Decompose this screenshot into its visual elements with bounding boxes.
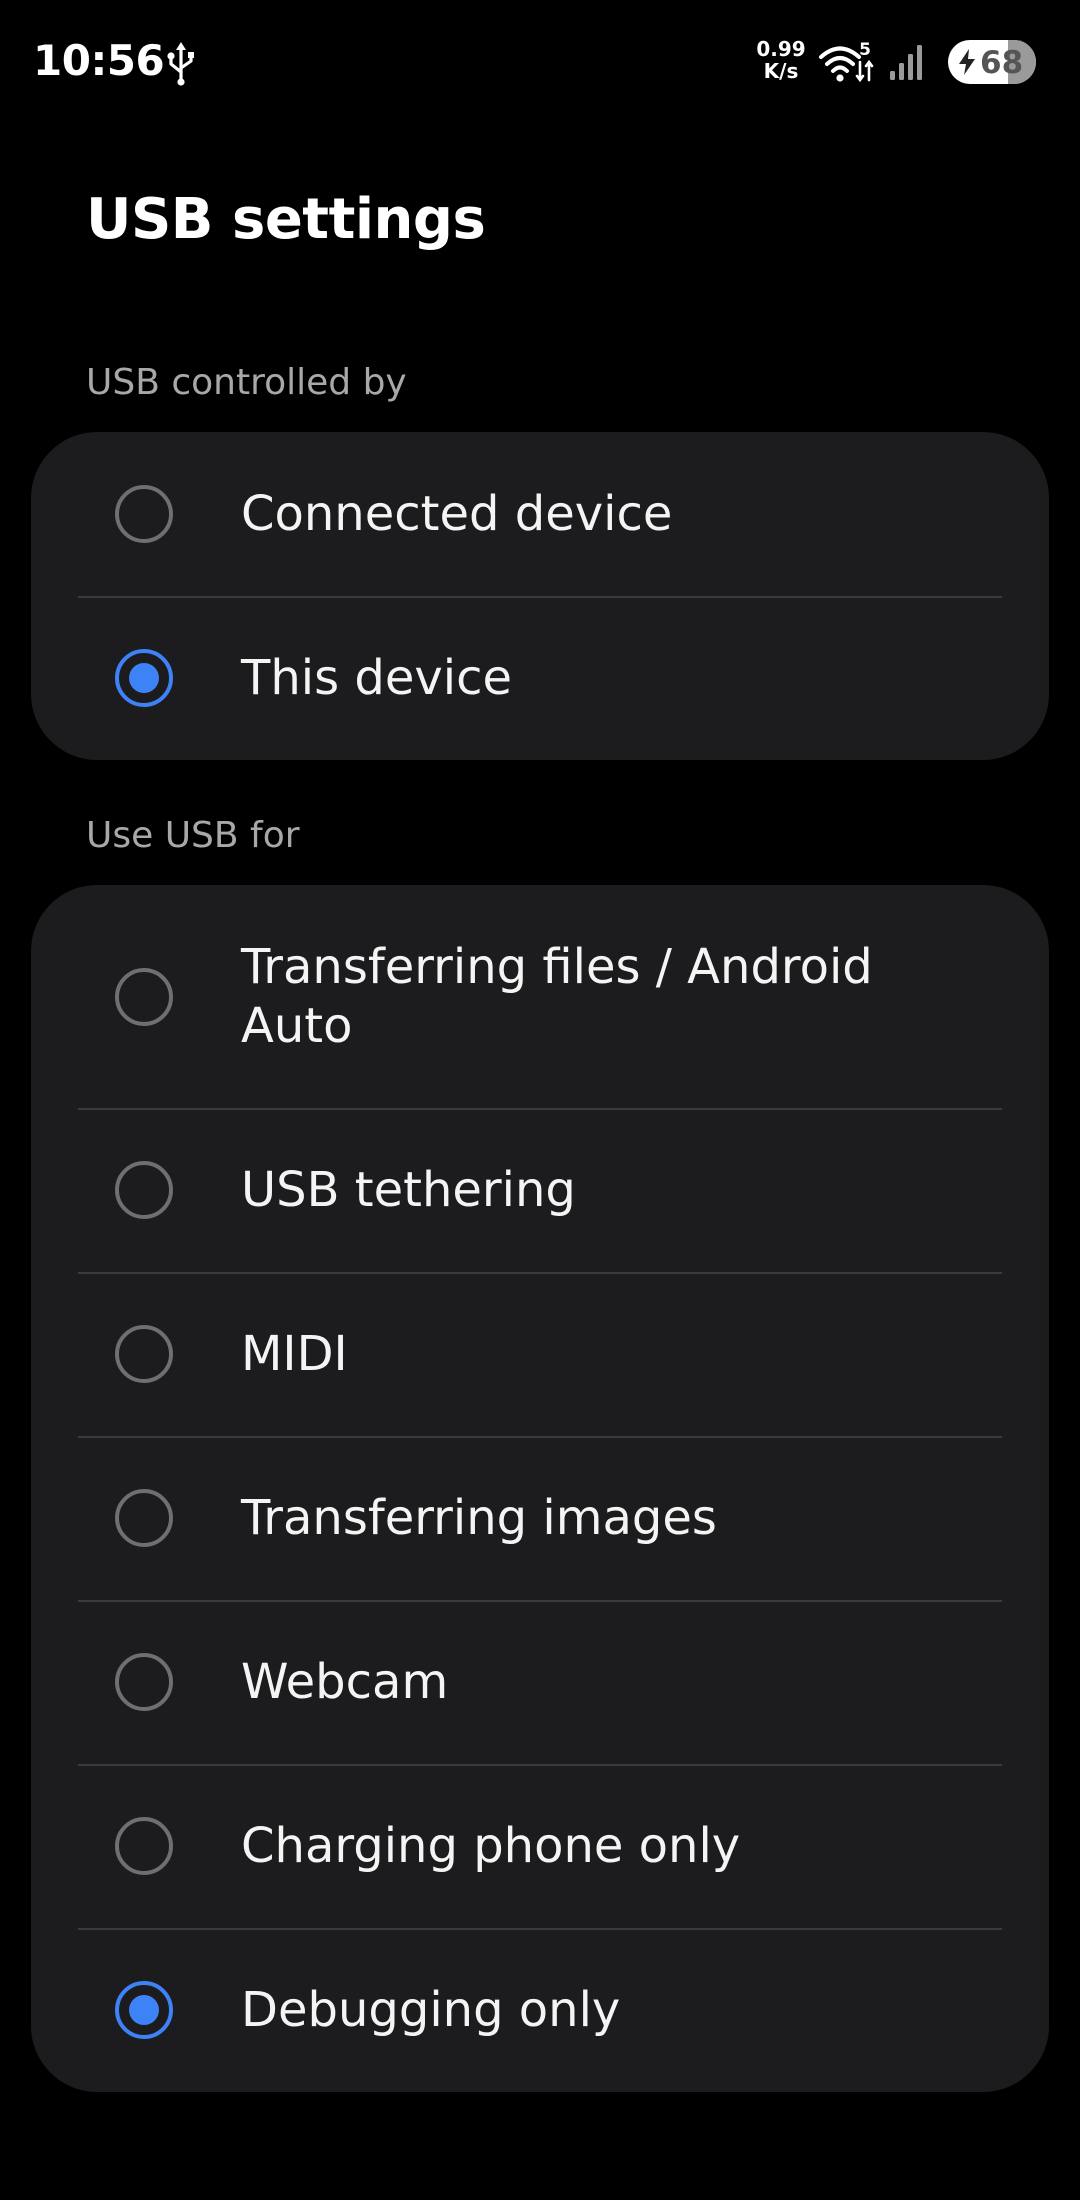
radio-button[interactable] bbox=[115, 967, 173, 1026]
page-title: USB settings bbox=[86, 187, 486, 252]
charging-bolt-icon bbox=[958, 49, 976, 75]
option-label: Connected device bbox=[241, 485, 673, 542]
usb-icon bbox=[164, 42, 198, 86]
option-label: This device bbox=[241, 649, 513, 706]
radio-button[interactable] bbox=[115, 485, 173, 543]
option-this-device[interactable]: This device bbox=[31, 596, 1049, 760]
controlled-by-card: Connected device This device bbox=[31, 432, 1049, 760]
wifi-icon: 5 bbox=[818, 40, 874, 84]
option-label: Webcam bbox=[241, 1653, 449, 1710]
radio-button[interactable] bbox=[115, 1161, 173, 1219]
use-usb-for-card: Transferring files / Android Auto USB te… bbox=[31, 885, 1049, 2092]
option-label: Transferring images bbox=[241, 1489, 717, 1546]
signal-icon bbox=[888, 44, 926, 82]
radio-button[interactable] bbox=[115, 1325, 173, 1383]
option-connected-device[interactable]: Connected device bbox=[31, 432, 1049, 596]
status-bar: 10:56 0.99 K/s 5 68 bbox=[0, 0, 1080, 124]
option-webcam[interactable]: Webcam bbox=[31, 1600, 1049, 1764]
radio-button[interactable] bbox=[115, 1817, 173, 1875]
option-transferring-files[interactable]: Transferring files / Android Auto bbox=[31, 885, 1049, 1108]
option-usb-tethering[interactable]: USB tethering bbox=[31, 1108, 1049, 1272]
network-speed: 0.99 K/s bbox=[752, 38, 810, 82]
radio-button-selected[interactable] bbox=[115, 1981, 173, 2039]
battery-indicator: 68 bbox=[948, 40, 1036, 84]
battery-level: 68 bbox=[980, 45, 1024, 81]
option-label: Transferring files / Android Auto bbox=[241, 938, 873, 1054]
option-label: Charging phone only bbox=[241, 1817, 741, 1874]
option-debugging-only[interactable]: Debugging only bbox=[31, 1928, 1049, 2092]
option-label: Debugging only bbox=[241, 1981, 621, 2038]
option-transferring-images[interactable]: Transferring images bbox=[31, 1436, 1049, 1600]
network-speed-value: 0.99 bbox=[756, 37, 806, 61]
option-charging-phone-only[interactable]: Charging phone only bbox=[31, 1764, 1049, 1928]
option-label: USB tethering bbox=[241, 1161, 576, 1218]
radio-button[interactable] bbox=[115, 1653, 173, 1711]
network-speed-unit: K/s bbox=[763, 59, 799, 83]
option-midi[interactable]: MIDI bbox=[31, 1272, 1049, 1436]
radio-button-selected[interactable] bbox=[115, 649, 173, 707]
wifi-badge: 5 bbox=[859, 40, 871, 60]
section-header-controlled-by: USB controlled by bbox=[86, 362, 407, 403]
status-time: 10:56 bbox=[33, 36, 165, 85]
section-header-use-usb-for: Use USB for bbox=[86, 815, 300, 856]
radio-button[interactable] bbox=[115, 1489, 173, 1547]
option-label: MIDI bbox=[241, 1325, 348, 1382]
